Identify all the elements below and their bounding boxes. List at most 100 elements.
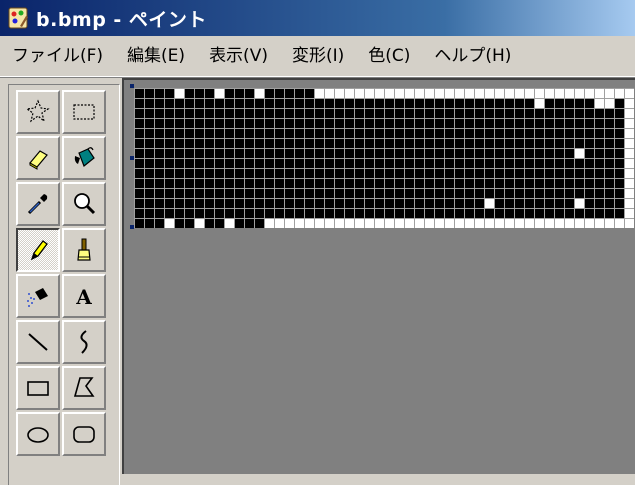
bitmap-pixel[interactable] <box>145 129 154 138</box>
bitmap-pixel[interactable] <box>295 199 304 208</box>
bitmap-pixel[interactable] <box>345 109 354 118</box>
bitmap-pixel[interactable] <box>355 139 364 148</box>
bitmap-pixel[interactable] <box>215 179 224 188</box>
bitmap-pixel[interactable] <box>345 189 354 198</box>
bitmap-pixel[interactable] <box>395 209 404 218</box>
bitmap-pixel[interactable] <box>315 169 324 178</box>
bitmap-pixel[interactable] <box>255 149 264 158</box>
bitmap-pixel[interactable] <box>435 179 444 188</box>
bitmap-pixel[interactable] <box>275 159 284 168</box>
menu-view[interactable]: 表示(V) <box>197 36 280 76</box>
bitmap-pixel[interactable] <box>475 129 484 138</box>
bitmap-pixel[interactable] <box>505 179 514 188</box>
bitmap-pixel[interactable] <box>235 139 244 148</box>
bitmap-pixel[interactable] <box>445 109 454 118</box>
bitmap-pixel[interactable] <box>175 139 184 148</box>
bitmap-pixel[interactable] <box>315 139 324 148</box>
bitmap-pixel[interactable] <box>435 159 444 168</box>
bitmap-pixel[interactable] <box>305 109 314 118</box>
bitmap-pixel[interactable] <box>315 119 324 128</box>
bitmap-pixel[interactable] <box>265 209 274 218</box>
bitmap-pixel[interactable] <box>205 189 214 198</box>
bitmap-pixel[interactable] <box>485 199 494 208</box>
bitmap-pixel[interactable] <box>325 189 334 198</box>
bitmap-pixel[interactable] <box>215 89 224 98</box>
bitmap-pixel[interactable] <box>265 109 274 118</box>
bitmap-pixel[interactable] <box>485 159 494 168</box>
bitmap-pixel[interactable] <box>365 199 374 208</box>
bitmap-pixel[interactable] <box>555 199 564 208</box>
bitmap-pixel[interactable] <box>555 119 564 128</box>
bitmap-pixel[interactable] <box>305 99 314 108</box>
bitmap-pixel[interactable] <box>225 129 234 138</box>
bitmap-pixel[interactable] <box>365 139 374 148</box>
bitmap-pixel[interactable] <box>255 169 264 178</box>
bitmap-pixel[interactable] <box>345 129 354 138</box>
bitmap-pixel[interactable] <box>565 139 574 148</box>
bitmap-pixel[interactable] <box>625 219 634 228</box>
bitmap-pixel[interactable] <box>175 109 184 118</box>
bitmap-pixel[interactable] <box>555 179 564 188</box>
bitmap-pixel[interactable] <box>495 149 504 158</box>
bitmap-pixel[interactable] <box>165 109 174 118</box>
bitmap-pixel[interactable] <box>465 89 474 98</box>
bitmap-pixel[interactable] <box>285 189 294 198</box>
bitmap-pixel[interactable] <box>275 149 284 158</box>
tool-rectangle[interactable] <box>16 366 60 410</box>
bitmap-pixel[interactable] <box>475 219 484 228</box>
bitmap-pixel[interactable] <box>205 219 214 228</box>
bitmap-pixel[interactable] <box>545 89 554 98</box>
bitmap-pixel[interactable] <box>375 159 384 168</box>
tool-eraser[interactable] <box>16 136 60 180</box>
bitmap-pixel[interactable] <box>165 139 174 148</box>
bitmap-pixel[interactable] <box>405 179 414 188</box>
bitmap-pixel[interactable] <box>255 139 264 148</box>
bitmap-pixel[interactable] <box>205 209 214 218</box>
tool-magnifier[interactable] <box>62 182 106 226</box>
bitmap-pixel[interactable] <box>405 99 414 108</box>
bitmap-pixel[interactable] <box>455 139 464 148</box>
bitmap-pixel[interactable] <box>375 89 384 98</box>
bitmap-pixel[interactable] <box>295 219 304 228</box>
bitmap-pixel[interactable] <box>185 189 194 198</box>
bitmap-pixel[interactable] <box>165 189 174 198</box>
bitmap-pixel[interactable] <box>585 89 594 98</box>
bitmap-pixel[interactable] <box>485 219 494 228</box>
menu-help[interactable]: ヘルプ(H) <box>422 36 523 76</box>
bitmap-pixel[interactable] <box>615 169 624 178</box>
bitmap-pixel[interactable] <box>615 209 624 218</box>
bitmap-pixel[interactable] <box>525 179 534 188</box>
bitmap-pixel[interactable] <box>395 89 404 98</box>
bitmap-pixel[interactable] <box>505 149 514 158</box>
bitmap-pixel[interactable] <box>415 219 424 228</box>
bitmap-pixel[interactable] <box>585 159 594 168</box>
bitmap-pixel[interactable] <box>225 189 234 198</box>
bitmap-pixel[interactable] <box>255 99 264 108</box>
bitmap-pixel[interactable] <box>305 219 314 228</box>
bitmap-pixel[interactable] <box>405 199 414 208</box>
bitmap-pixel[interactable] <box>415 109 424 118</box>
bitmap-pixel[interactable] <box>615 139 624 148</box>
bitmap-pixel[interactable] <box>405 189 414 198</box>
bitmap-pixel[interactable] <box>535 209 544 218</box>
bitmap-pixel[interactable] <box>205 199 214 208</box>
bitmap-pixel[interactable] <box>145 189 154 198</box>
bitmap-pixel[interactable] <box>445 119 454 128</box>
bitmap-pixel[interactable] <box>195 169 204 178</box>
bitmap-pixel[interactable] <box>515 159 524 168</box>
bitmap-pixel[interactable] <box>445 219 454 228</box>
bitmap-pixel[interactable] <box>295 169 304 178</box>
bitmap-pixel[interactable] <box>275 169 284 178</box>
bitmap-pixel[interactable] <box>295 119 304 128</box>
bitmap-pixel[interactable] <box>365 169 374 178</box>
bitmap-pixel[interactable] <box>365 129 374 138</box>
bitmap-pixel[interactable] <box>325 109 334 118</box>
bitmap-pixel[interactable] <box>625 159 634 168</box>
bitmap-pixel[interactable] <box>135 89 144 98</box>
bitmap-pixel[interactable] <box>575 219 584 228</box>
bitmap-pixel[interactable] <box>365 159 374 168</box>
bitmap-pixel[interactable] <box>325 159 334 168</box>
bitmap-pixel[interactable] <box>405 89 414 98</box>
bitmap-pixel[interactable] <box>405 109 414 118</box>
bitmap-pixel[interactable] <box>265 169 274 178</box>
